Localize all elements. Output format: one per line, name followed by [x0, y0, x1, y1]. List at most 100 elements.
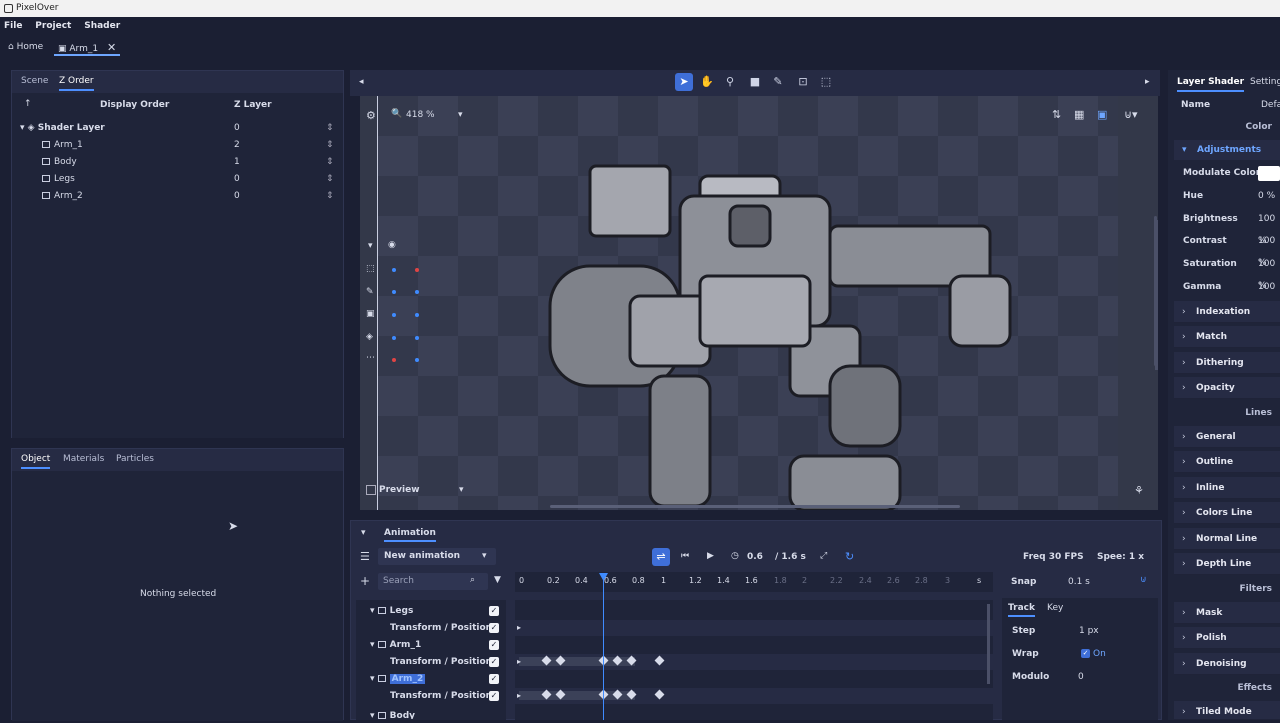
tab-arm1[interactable]: ▣ Arm_1 ✕ [54, 39, 121, 56]
current-time[interactable]: 0.6 [747, 552, 763, 562]
section-tiled-mode[interactable]: › Tiled Mode [1174, 701, 1280, 720]
toggle-dot[interactable] [415, 313, 419, 317]
tab-object[interactable]: Object [21, 454, 51, 469]
updown-icon[interactable]: ⇕ [326, 171, 334, 187]
track-checkbox[interactable]: ✓ [489, 691, 499, 701]
modulo-value[interactable]: 0 [1078, 672, 1084, 682]
updown-icon[interactable]: ⇕ [326, 154, 334, 170]
section-outline[interactable]: › Outline [1174, 451, 1280, 473]
onion-skin-icon[interactable]: ⚘ [1134, 484, 1144, 497]
bone-tool-icon[interactable]: ⚲ [721, 73, 739, 91]
toggle-dot[interactable] [415, 358, 419, 362]
track-body[interactable]: ▾ Body [360, 705, 508, 719]
updown-icon[interactable]: ⇕ [326, 188, 334, 204]
sort-up-icon[interactable]: ↑ [24, 99, 32, 109]
filter-icon[interactable]: ▼ [494, 575, 501, 585]
z-value[interactable]: 2 [234, 137, 240, 153]
keyframe-start-icon[interactable]: ▸ [517, 623, 521, 632]
section-colors-line[interactable]: › Colors Line [1174, 502, 1280, 524]
stop-icon[interactable]: ■ [746, 73, 764, 91]
track-checkbox[interactable]: ✓ [489, 674, 499, 684]
speed-label[interactable]: Spee: 1 x [1097, 552, 1144, 562]
track-arm1[interactable]: ▾ Arm_1 ✓ [360, 637, 508, 654]
menu-shader[interactable]: Shader [84, 21, 120, 31]
menu-file[interactable]: File [4, 21, 22, 31]
animation-collapse-icon[interactable]: ▾ [361, 528, 366, 538]
select-tool-icon[interactable]: ➤ [675, 73, 693, 91]
adjustments-header[interactable]: ▾ Adjustments [1174, 140, 1280, 160]
toggle-dot[interactable] [392, 336, 396, 340]
wrap-checkbox[interactable]: ✓ [1081, 649, 1090, 658]
color-swatch[interactable] [1258, 166, 1280, 181]
eye-icon[interactable]: ◉ [388, 240, 396, 250]
tree-row-body[interactable]: Body 1 ⇕ [42, 154, 362, 170]
track-arm2[interactable]: ▾ Arm_2 ✓ [360, 671, 508, 688]
toggle-dot[interactable] [392, 358, 396, 362]
frame-tool-icon[interactable]: ⊡ [794, 73, 812, 91]
toggle-dot[interactable] [392, 268, 396, 272]
track-arm2-position[interactable]: Transform / Position ✓ [360, 688, 508, 705]
track-legs-position[interactable]: Transform / Position ✓ [360, 620, 508, 637]
more-icon[interactable]: ⋯ [366, 353, 375, 363]
flip-icon[interactable]: ⇅ [1052, 108, 1061, 121]
refresh-icon[interactable]: ↻ [845, 550, 854, 563]
tab-key[interactable]: Key [1047, 603, 1063, 613]
tab-z-order[interactable]: Z Order [59, 76, 94, 91]
tree-row-shader-layer[interactable]: ▾ ◈ Shader Layer 0 ⇕ [20, 120, 340, 136]
zoom-level[interactable]: 418 % [406, 110, 435, 120]
track-checkbox[interactable]: ✓ [489, 640, 499, 650]
freq-label[interactable]: Freq 30 FPS [1023, 552, 1084, 562]
loop-mode-icon[interactable]: ⇌ [652, 548, 670, 566]
section-normal-line[interactable]: › Normal Line [1174, 528, 1280, 550]
tab-particles[interactable]: Particles [116, 454, 154, 464]
toggle-dot[interactable] [415, 336, 419, 340]
adj-saturation[interactable]: Saturation 100 % [1174, 253, 1280, 291]
tree-row-arm2[interactable]: Arm_2 0 ⇕ [42, 188, 362, 204]
section-mask[interactable]: › Mask [1174, 602, 1280, 624]
section-indexation[interactable]: › Indexation [1174, 301, 1280, 323]
play-icon[interactable]: ▶ [707, 551, 714, 561]
magnet-icon[interactable]: ⊍▾ [1124, 108, 1138, 121]
keyframe-start-icon[interactable]: ▸ [517, 691, 521, 700]
select-box-icon[interactable]: ⬚ [366, 264, 375, 274]
hand-tool-icon[interactable]: ✋ [698, 73, 716, 91]
tab-materials[interactable]: Materials [63, 454, 104, 464]
section-match-indexation[interactable]: ›Match indexation [1174, 326, 1280, 364]
add-track-icon[interactable]: + [360, 574, 370, 588]
tab-track[interactable]: Track [1008, 603, 1035, 617]
collapse-left-icon[interactable]: ◂ [359, 77, 364, 87]
adj-contrast[interactable]: Contrast 100 % [1174, 230, 1280, 268]
tab-home[interactable]: ⌂ Home [4, 39, 47, 56]
section-dithering[interactable]: › Dithering [1174, 352, 1280, 374]
snap-magnet-icon[interactable]: ⊍ [1140, 575, 1147, 585]
adj-value[interactable]: 0 % [1258, 185, 1275, 207]
name-value[interactable]: Defa [1261, 100, 1280, 110]
adj-gamma[interactable]: Gamma100 % [1174, 276, 1280, 314]
track-checkbox[interactable]: ✓ [489, 657, 499, 667]
z-value[interactable]: 0 [234, 120, 240, 136]
z-value[interactable]: 0 [234, 188, 240, 204]
section-polish[interactable]: › Polish [1174, 627, 1280, 649]
keyframe-area[interactable]: ▸ ▸ ▸ [515, 600, 993, 720]
playhead[interactable] [603, 573, 604, 720]
settings-icon[interactable]: ⚙ [366, 109, 376, 122]
section-opacity[interactable]: › Opacity [1174, 377, 1280, 399]
adj-brightness[interactable]: Brightness 100 % [1174, 208, 1280, 246]
collapse-right-icon[interactable]: ▸ [1145, 77, 1150, 87]
hamburger-icon[interactable]: ☰ [360, 550, 370, 563]
keyframe-scrollbar[interactable] [987, 604, 990, 684]
toggle-dot[interactable] [392, 313, 396, 317]
track-checkbox[interactable]: ✓ [489, 623, 499, 633]
track-search-input[interactable]: Search ⌕ [378, 573, 488, 590]
toggle-dot[interactable] [392, 290, 396, 294]
track-arm1-position[interactable]: Transform / Position ✓ [360, 654, 508, 671]
tab-scene[interactable]: Scene [21, 76, 48, 86]
grid-icon[interactable]: ▦ [1074, 108, 1084, 121]
duration[interactable]: / 1.6 s [775, 552, 806, 562]
section-general[interactable]: › General [1174, 426, 1280, 448]
tab-settings[interactable]: Setting [1250, 77, 1280, 87]
canvas-scrollbar[interactable] [550, 505, 960, 508]
brush-tool-icon[interactable]: ✎ [769, 73, 787, 91]
animation-title[interactable]: Animation [384, 528, 436, 542]
preview-dropdown-icon[interactable]: ▾ [459, 485, 464, 495]
